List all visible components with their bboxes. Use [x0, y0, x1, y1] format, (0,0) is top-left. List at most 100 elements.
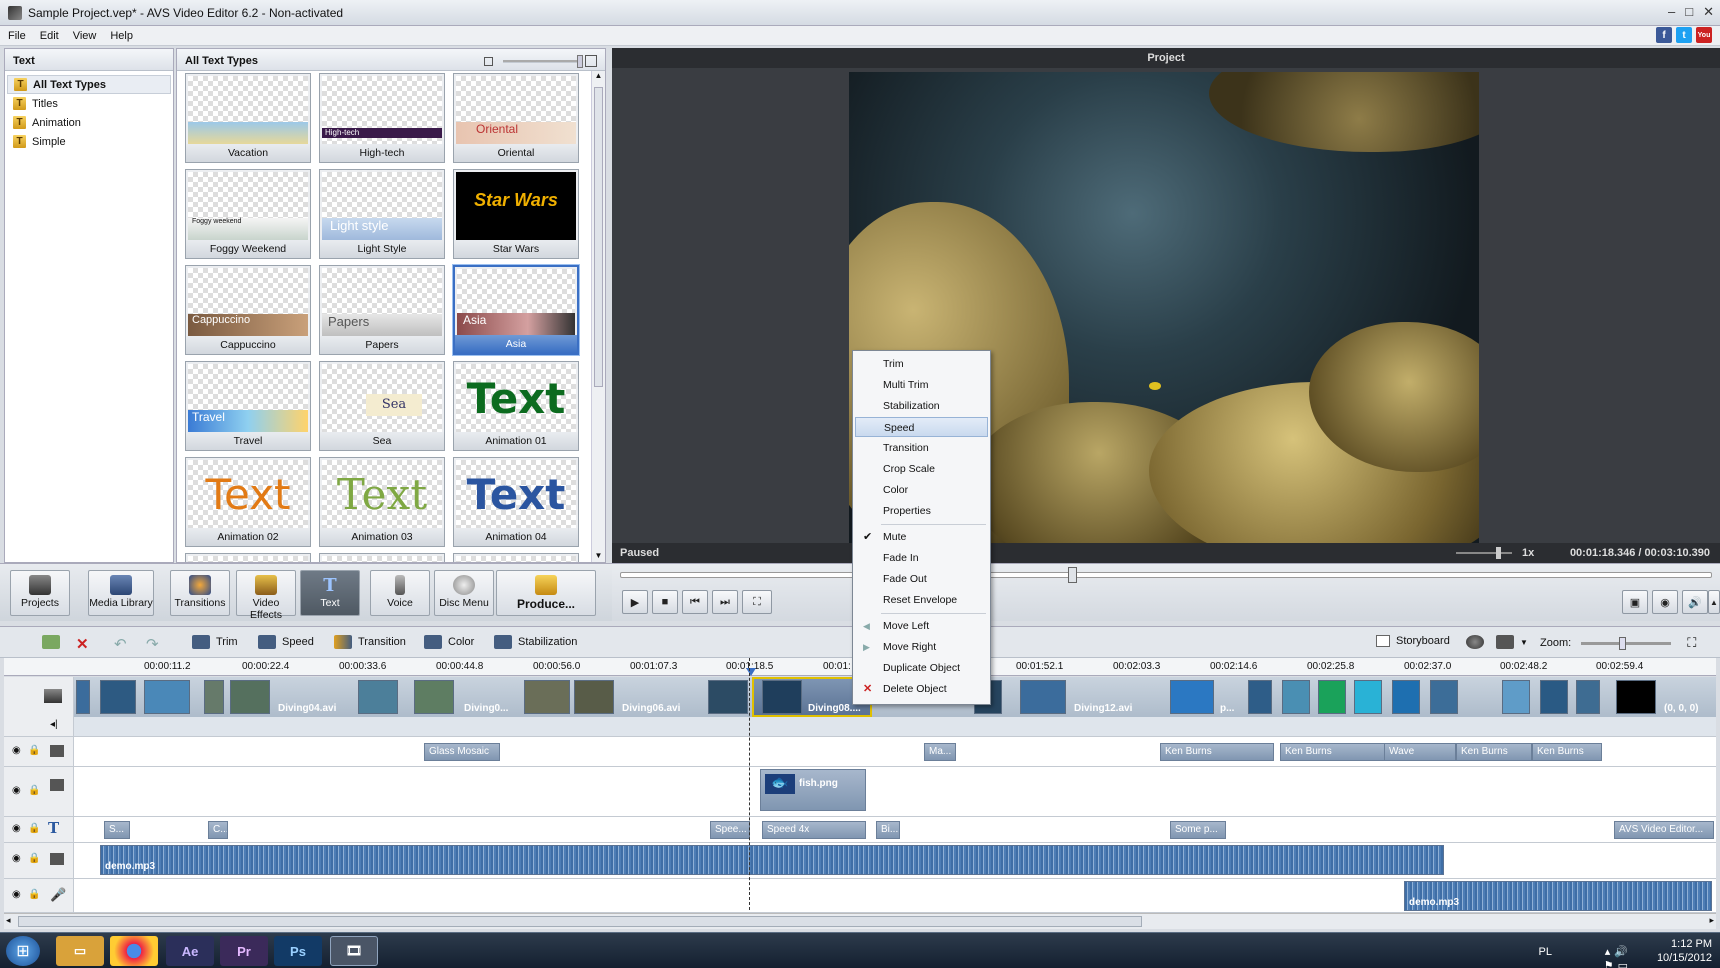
thumbnail-size-slider[interactable]	[503, 54, 583, 68]
effect-clip[interactable]: Ma...	[924, 743, 956, 761]
tile-asia[interactable]: Asia Asia	[453, 265, 579, 355]
lock-icon[interactable]: 🔒	[28, 853, 40, 864]
effect-clip[interactable]: Glass Mosaic	[424, 743, 500, 761]
taskbar-after-effects[interactable]: Ae	[166, 936, 214, 966]
clock-time[interactable]: 1:12 PM	[1657, 937, 1712, 951]
scrollbar-thumb[interactable]	[18, 916, 1142, 927]
menu-item-multi-trim[interactable]: Multi Trim	[855, 375, 988, 395]
visibility-icon[interactable]: ◉	[12, 823, 21, 834]
menu-item-duplicate-object[interactable]: Duplicate Object	[855, 658, 988, 678]
stop-button[interactable]: ■	[652, 590, 678, 614]
display-options-button[interactable]: ▼	[1496, 635, 1528, 649]
text-clip[interactable]: S...	[104, 821, 130, 839]
visibility-icon[interactable]: ◉	[12, 853, 21, 864]
text-clip[interactable]: C...	[208, 821, 228, 839]
taskbar-photoshop[interactable]: Ps	[274, 936, 322, 966]
tile-papers[interactable]: Papers Papers	[319, 265, 445, 355]
playhead-marker[interactable]	[746, 668, 756, 676]
menu-edit[interactable]: Edit	[40, 30, 59, 42]
transitions-button[interactable]: Transitions	[170, 570, 230, 616]
large-thumbnails-icon[interactable]	[585, 55, 597, 67]
menu-file[interactable]: File	[8, 30, 26, 42]
tile-oriental[interactable]: Oriental Oriental	[453, 73, 579, 163]
menu-item-move-right[interactable]: ▶ Move Right	[855, 637, 988, 657]
effect-clip[interactable]: Ken Burns	[1532, 743, 1602, 761]
audio-mixer-button[interactable]	[1466, 635, 1484, 649]
media-library-button[interactable]: Media Library	[88, 570, 154, 616]
menu-item-crop-scale[interactable]: Crop Scale	[855, 459, 988, 479]
tree-item-titles[interactable]: T Titles	[7, 94, 171, 113]
lock-icon[interactable]: 🔒	[28, 889, 40, 900]
tray-icons[interactable]: ▴🔊⚑▭	[1604, 945, 1632, 968]
split-view-button[interactable]: ▣	[1622, 590, 1648, 614]
maximize-icon[interactable]: □	[1685, 4, 1693, 20]
menu-item-move-left[interactable]: ◀ Move Left	[855, 616, 988, 636]
start-button[interactable]: ⊞	[6, 936, 40, 966]
text-clip[interactable]: Bi...	[876, 821, 900, 839]
menu-item-stabilization[interactable]: Stabilization	[855, 396, 988, 416]
speed-slider-handle[interactable]	[1496, 547, 1501, 559]
minimize-icon[interactable]: –	[1668, 4, 1675, 20]
redo-button[interactable]: ↷	[146, 635, 159, 653]
tile-animation-03[interactable]: Text Animation 03	[319, 457, 445, 547]
tile-partial[interactable]	[319, 553, 445, 562]
menu-item-delete-object[interactable]: ✕ Delete Object	[855, 679, 988, 699]
taskbar-premiere[interactable]: Pr	[220, 936, 268, 966]
tile-animation-01[interactable]: Text Animation 01	[453, 361, 579, 451]
visibility-icon[interactable]: ◉	[12, 785, 21, 796]
tile-high-tech[interactable]: High-tech High-tech	[319, 73, 445, 163]
tile-animation-02[interactable]: Text Animation 02	[185, 457, 311, 547]
tile-animation-04[interactable]: Text Animation 04	[453, 457, 579, 547]
tile-foggy-weekend[interactable]: Foggy weekend Foggy Weekend	[185, 169, 311, 259]
trim-button[interactable]: Trim	[192, 635, 238, 649]
audio-waveform[interactable]: demo.mp3	[1404, 881, 1712, 911]
menu-item-properties[interactable]: Properties	[855, 501, 988, 521]
slider-handle[interactable]	[577, 54, 583, 68]
volume-dropdown[interactable]: ▲	[1708, 590, 1720, 614]
audio-link-icon[interactable]: ◂|	[50, 719, 58, 730]
text-button[interactable]: T Text	[300, 570, 360, 616]
audio-waveform[interactable]: demo.mp3	[100, 845, 1444, 875]
scroll-up-icon[interactable]: ▲	[592, 71, 605, 80]
youtube-icon[interactable]: You	[1696, 27, 1712, 43]
tile-star-wars[interactable]: Star Wars Star Wars	[453, 169, 579, 259]
previous-frame-button[interactable]: ⏮	[682, 590, 708, 614]
voice-button[interactable]: Voice	[370, 570, 430, 616]
transition-button[interactable]: Transition	[334, 635, 406, 649]
tree-item-simple[interactable]: T Simple	[7, 132, 171, 151]
taskbar-avs-video-editor[interactable]: 🎞	[330, 936, 378, 966]
play-button[interactable]: ▶	[622, 590, 648, 614]
lock-icon[interactable]: 🔒	[28, 823, 40, 834]
text-clip[interactable]: AVS Video Editor...	[1614, 821, 1714, 839]
tree-item-animation[interactable]: T Animation	[7, 113, 171, 132]
scrollbar-thumb[interactable]	[594, 87, 603, 387]
delete-button[interactable]: ✕	[76, 635, 89, 653]
zoom-handle[interactable]	[1619, 636, 1627, 650]
gallery-scrollbar[interactable]: ▲ ▼	[591, 71, 605, 562]
timeline-scrollbar[interactable]: ◂ ▸	[4, 913, 1716, 929]
undo-button[interactable]: ↶	[114, 635, 127, 653]
tile-partial[interactable]	[453, 553, 579, 562]
visibility-icon[interactable]: ◉	[12, 889, 21, 900]
twitter-icon[interactable]: t	[1676, 27, 1692, 43]
fullscreen-button[interactable]: ⛶	[742, 590, 772, 614]
facebook-icon[interactable]: f	[1656, 27, 1672, 43]
menu-item-speed[interactable]: Speed	[855, 417, 988, 437]
tree-item-all-text-types[interactable]: T All Text Types	[7, 75, 171, 94]
lock-icon[interactable]: 🔒	[28, 745, 40, 756]
effect-clip[interactable]: Ken Burns	[1160, 743, 1274, 761]
language-indicator[interactable]: PL	[1539, 945, 1552, 959]
tile-vacation[interactable]: Vacation	[185, 73, 311, 163]
text-clip[interactable]: Some p...	[1170, 821, 1226, 839]
tile-sea[interactable]: Sea Sea	[319, 361, 445, 451]
speed-slider[interactable]	[1456, 552, 1512, 554]
menu-item-reset-envelope[interactable]: Reset Envelope	[855, 590, 988, 610]
scroll-left-icon[interactable]: ◂	[6, 915, 11, 926]
tile-cappuccino[interactable]: Cappuccino Cappuccino	[185, 265, 311, 355]
effect-clip[interactable]: Ken Burns	[1456, 743, 1532, 761]
seek-bar[interactable]	[620, 567, 1712, 583]
text-clip[interactable]: Spee...	[710, 821, 750, 839]
menu-item-mute[interactable]: ✔ Mute	[855, 527, 988, 547]
clock-date[interactable]: 10/15/2012	[1657, 951, 1712, 965]
taskbar-explorer[interactable]: ▭	[56, 936, 104, 966]
